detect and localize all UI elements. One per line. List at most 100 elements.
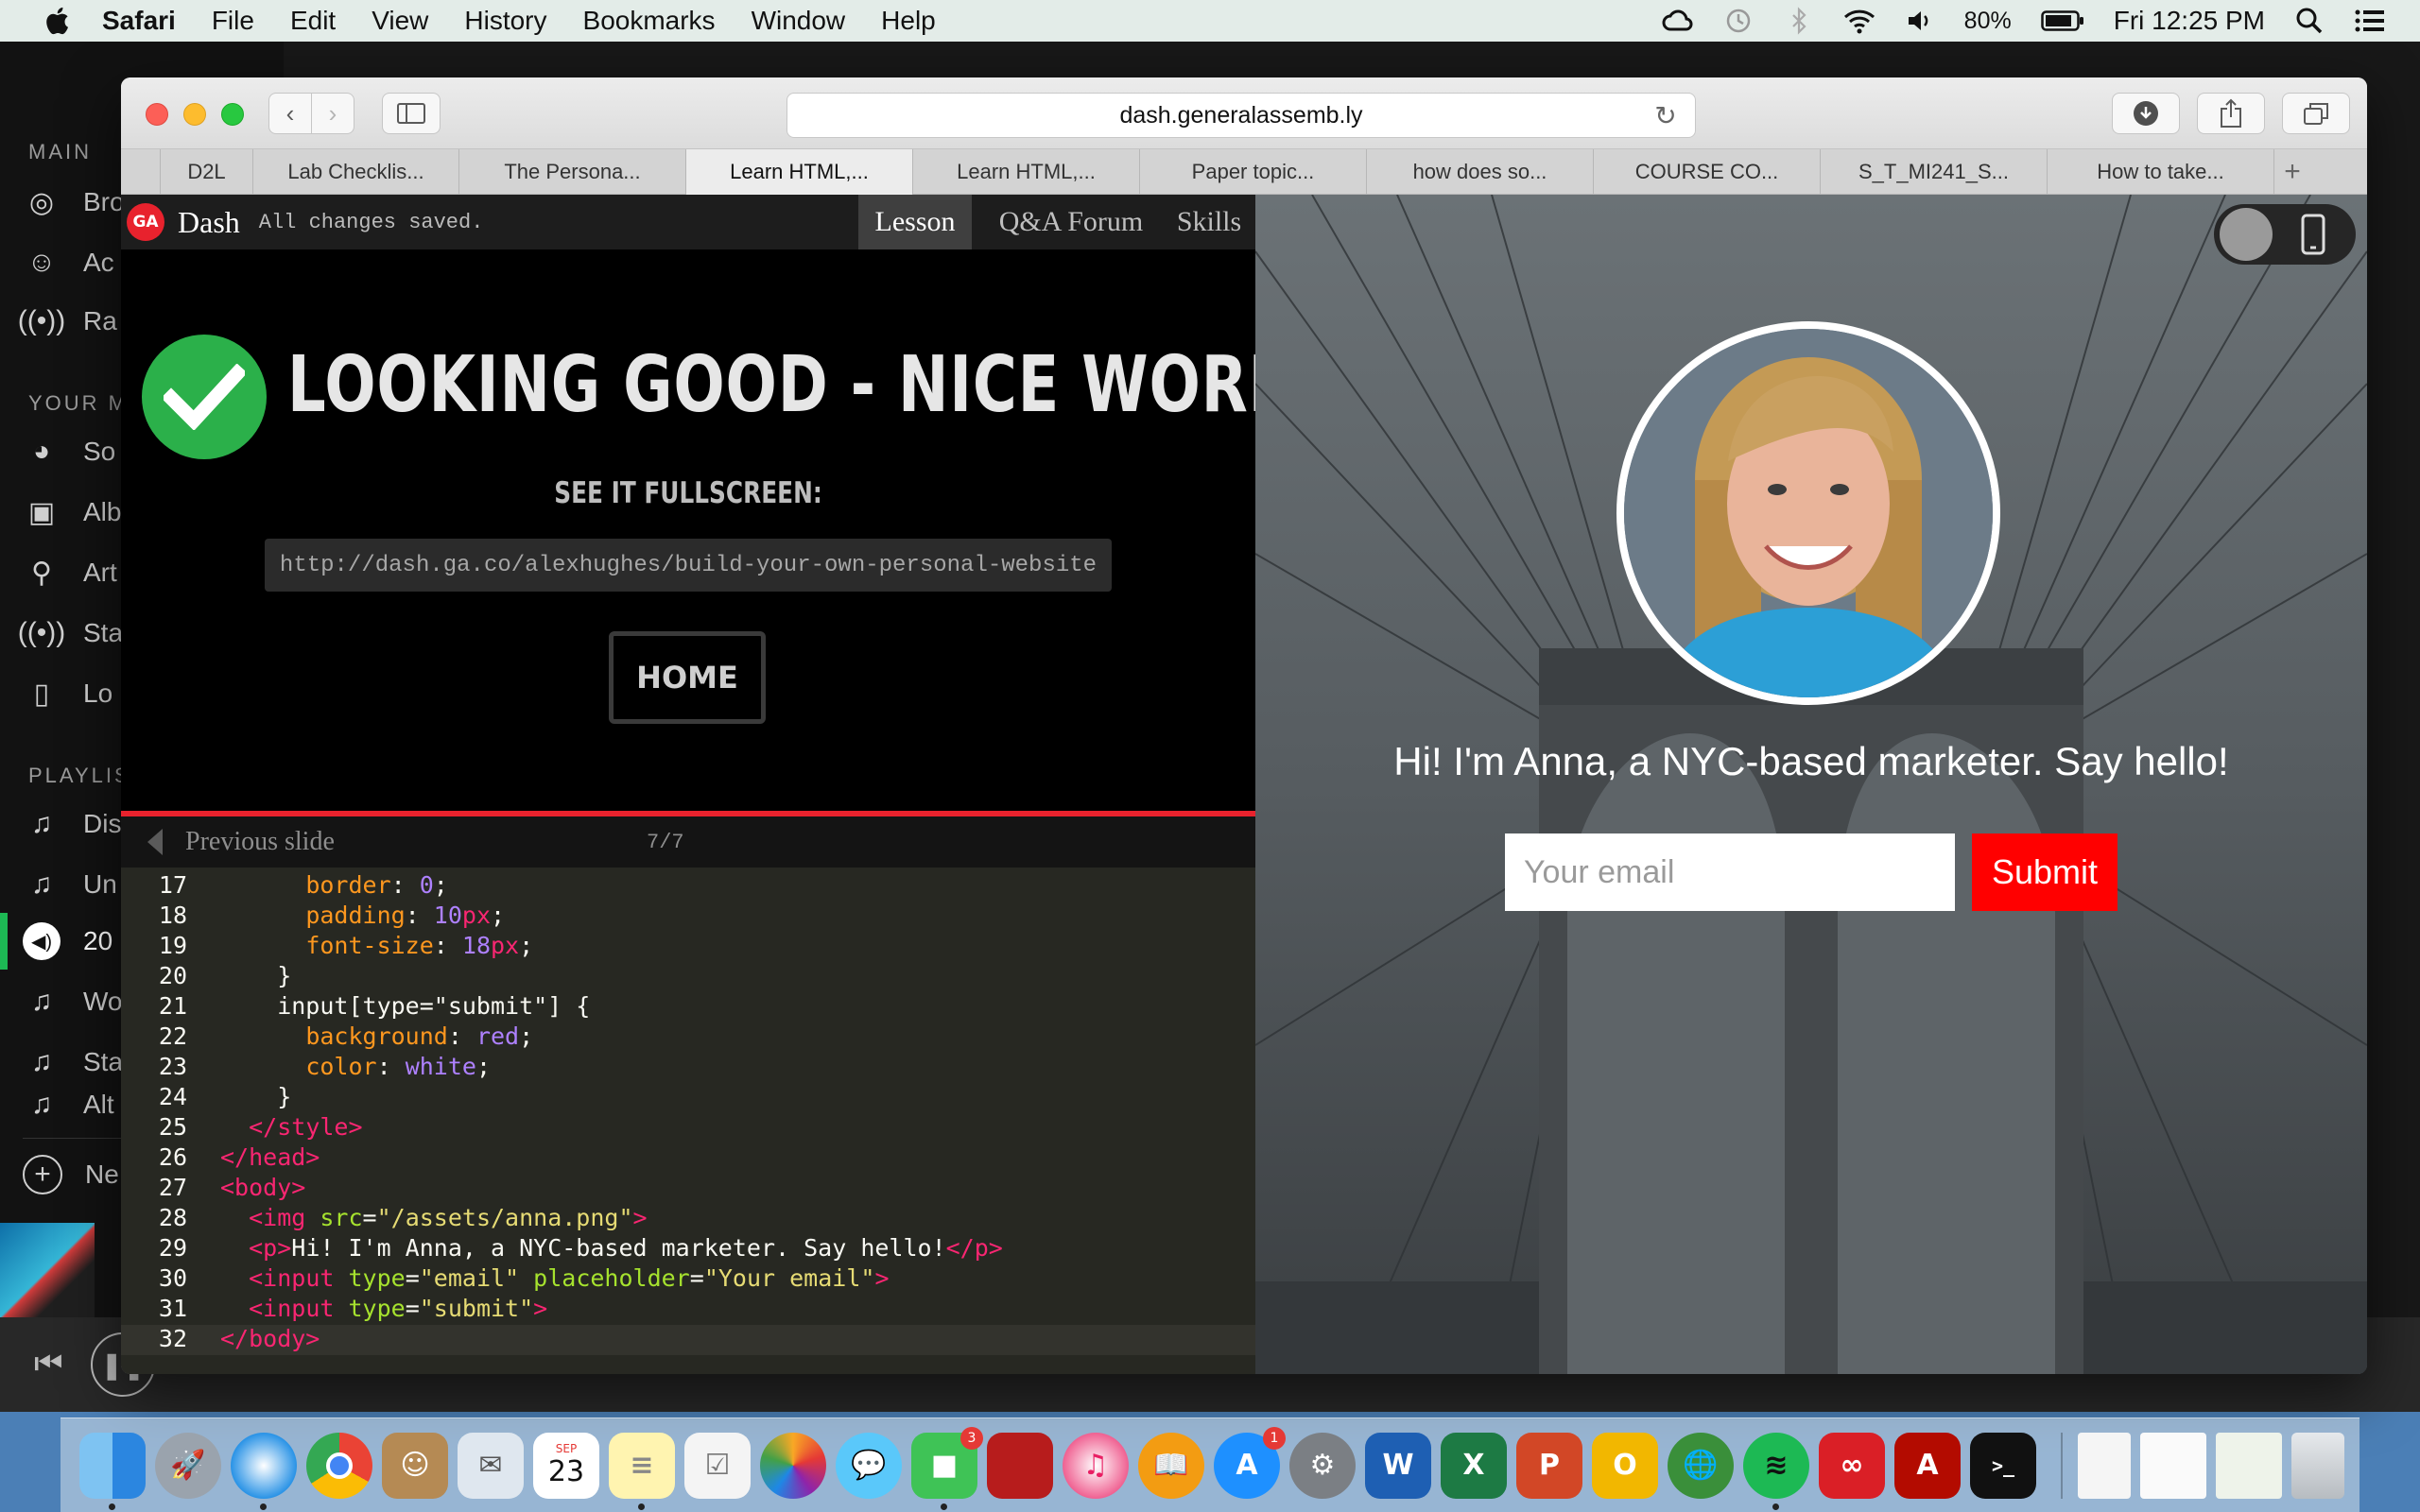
submit-button[interactable]: Submit <box>1972 833 2118 911</box>
share-url-field[interactable]: http://dash.ga.co/alexhughes/build-your-… <box>265 539 1112 592</box>
app-store-icon[interactable]: A1 <box>1214 1426 1286 1499</box>
mail-icon[interactable]: ✉ <box>458 1432 524 1499</box>
document-icon[interactable] <box>2078 1432 2131 1499</box>
code-line[interactable]: 19 font-size: 18px; <box>121 932 1255 962</box>
device-preview-toggle[interactable] <box>2214 204 2356 265</box>
tab-4[interactable]: Learn HTML,... <box>913 149 1140 195</box>
menu-window[interactable]: Window <box>752 6 846 36</box>
outlook-icon[interactable]: O <box>1592 1432 1658 1499</box>
code-line[interactable]: 23 color: white; <box>121 1053 1255 1083</box>
acrobat-icon[interactable]: A <box>1894 1432 1961 1499</box>
time-machine-icon[interactable] <box>1722 7 1754 35</box>
tab-3[interactable]: Learn HTML,... <box>686 149 913 195</box>
address-bar[interactable]: dash.generalassemb.ly ↻ <box>786 93 1696 138</box>
previous-slide-button[interactable]: Previous slide <box>147 816 335 868</box>
itunes-icon[interactable]: ♫ <box>1063 1432 1129 1499</box>
spotify-icon[interactable]: ≋ <box>1743 1432 1809 1510</box>
notification-center-icon[interactable] <box>2354 7 2386 35</box>
share-button[interactable] <box>2197 93 2265 134</box>
finder-icon[interactable] <box>79 1432 146 1510</box>
code-line[interactable]: 28 <img src="/assets/anna.png"> <box>121 1204 1255 1234</box>
tab-skills[interactable]: Skills <box>1170 195 1248 249</box>
spotlight-search-icon[interactable] <box>2293 7 2325 35</box>
tab-6[interactable]: how does so... <box>1367 149 1594 195</box>
close-window-button[interactable] <box>146 103 168 126</box>
code-line[interactable]: 27 <body> <box>121 1174 1255 1204</box>
tab-2[interactable]: The Persona... <box>459 149 686 195</box>
code-line[interactable]: 29 <p>Hi! I'm Anna, a NYC-based marketer… <box>121 1234 1255 1264</box>
volume-icon[interactable] <box>1904 7 1936 35</box>
chrome-icon[interactable] <box>306 1432 372 1499</box>
powerpoint-icon[interactable]: P <box>1516 1432 1582 1499</box>
apple-menu-icon[interactable] <box>38 2 76 40</box>
network-icon[interactable]: 🌐 <box>1668 1432 1734 1499</box>
menu-view[interactable]: View <box>372 6 428 36</box>
photos-icon[interactable] <box>760 1432 826 1499</box>
code-line[interactable]: 26 </head> <box>121 1143 1255 1174</box>
new-tab-button[interactable]: + <box>2274 149 2310 195</box>
ga-logo[interactable]: GA <box>127 203 164 241</box>
sidebar-toggle-button[interactable] <box>382 93 441 134</box>
back-button[interactable]: ‹ <box>268 93 312 134</box>
document-icon-2[interactable] <box>2140 1432 2206 1499</box>
photo-booth-icon[interactable] <box>987 1432 1053 1499</box>
system-preferences-icon[interactable]: ⚙ <box>1289 1432 1356 1499</box>
word-icon[interactable]: W <box>1365 1432 1431 1499</box>
menu-help[interactable]: Help <box>881 6 936 36</box>
wifi-icon[interactable] <box>1843 7 1876 35</box>
tab-8[interactable]: S_T_MI241_S... <box>1821 149 2048 195</box>
calendar-icon[interactable]: SEP 23 <box>533 1432 599 1499</box>
previous-track-icon[interactable]: ⏮ <box>34 1346 63 1383</box>
dash-brand[interactable]: Dash <box>178 205 240 240</box>
tab-9[interactable]: How to take... <box>2048 149 2274 195</box>
tab-7[interactable]: COURSE CO... <box>1594 149 1821 195</box>
menu-bookmarks[interactable]: Bookmarks <box>583 6 716 36</box>
tab-lesson[interactable]: Lesson <box>858 195 972 249</box>
notes-icon[interactable]: ≡ <box>609 1432 675 1510</box>
bluetooth-icon[interactable] <box>1783 7 1815 35</box>
zoom-window-button[interactable] <box>221 103 244 126</box>
album-art[interactable] <box>0 1223 95 1317</box>
code-line[interactable]: 22 background: red; <box>121 1022 1255 1053</box>
show-all-tabs-button[interactable] <box>2282 93 2350 134</box>
code-line[interactable]: 30 <input type="email" placeholder="Your… <box>121 1264 1255 1295</box>
menu-history[interactable]: History <box>464 6 546 36</box>
code-editor[interactable]: 17 border: 0; 18 padding: 10px; 19 font-si… <box>121 868 1255 1374</box>
terminal-icon[interactable]: >_ <box>1970 1432 2036 1499</box>
email-input[interactable] <box>1505 833 1955 911</box>
code-line[interactable]: 24 } <box>121 1083 1255 1113</box>
messages-icon[interactable]: 💬 <box>836 1432 902 1499</box>
excel-icon[interactable]: X <box>1441 1432 1507 1499</box>
code-line[interactable]: 25 </style> <box>121 1113 1255 1143</box>
document-icon-3[interactable] <box>2216 1432 2282 1499</box>
facetime-icon[interactable]: ■ 3 <box>911 1426 983 1510</box>
code-line[interactable]: 21 input[type="submit"] { <box>121 992 1255 1022</box>
safari-icon[interactable] <box>231 1432 297 1510</box>
battery-icon[interactable] <box>2040 7 2085 35</box>
code-line[interactable]: 17 border: 0; <box>121 871 1255 902</box>
creative-cloud-status-icon[interactable] <box>1662 7 1694 35</box>
downloads-button[interactable] <box>2112 93 2180 134</box>
menu-app-name[interactable]: Safari <box>102 6 176 36</box>
forward-button[interactable]: › <box>311 93 354 134</box>
tab-5[interactable]: Paper topic... <box>1140 149 1367 195</box>
contacts-icon[interactable]: ☺ <box>382 1432 448 1499</box>
trash-icon[interactable] <box>2291 1432 2344 1499</box>
menu-file[interactable]: File <box>212 6 254 36</box>
code-line[interactable]: 20 } <box>121 962 1255 992</box>
reminders-icon[interactable]: ☑ <box>684 1432 751 1499</box>
minimize-window-button[interactable] <box>183 103 206 126</box>
tab-1[interactable]: Lab Checklis... <box>253 149 459 195</box>
tab-0[interactable]: D2L <box>161 149 253 195</box>
code-line[interactable]: 32 </body> <box>121 1325 1255 1355</box>
tab-qa-forum[interactable]: Q&A Forum <box>983 195 1159 249</box>
ibooks-icon[interactable]: 📖 <box>1138 1432 1204 1499</box>
code-line[interactable]: 31 <input type="submit"> <box>121 1295 1255 1325</box>
menu-edit[interactable]: Edit <box>290 6 336 36</box>
launchpad-icon[interactable]: 🚀 <box>155 1432 221 1499</box>
clock[interactable]: Fri 12:25 PM <box>2114 6 2265 36</box>
code-line[interactable]: 18 padding: 10px; <box>121 902 1255 932</box>
creative-cloud-icon[interactable]: ∞ <box>1819 1432 1885 1499</box>
reload-icon[interactable]: ↻ <box>1651 101 1680 130</box>
pinned-tab[interactable] <box>121 149 161 195</box>
